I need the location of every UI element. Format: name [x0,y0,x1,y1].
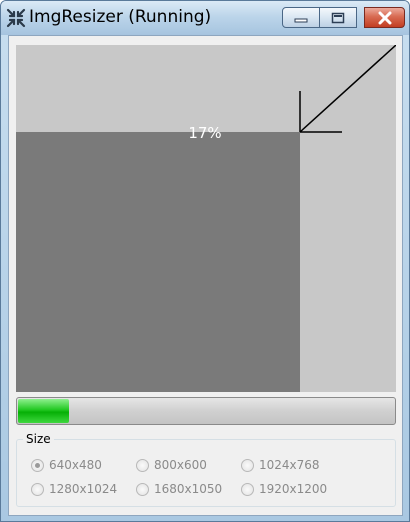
size-group-label: Size [23,432,54,446]
shrink-arrows-icon [6,8,26,28]
minimize-icon [294,18,308,22]
size-groupbox: Size 640x480 800x600 1024x768 1280x1024 … [16,432,396,507]
radio-label: 1920x1200 [259,482,328,496]
radio-1920x1200[interactable]: 1920x1200 [241,482,327,496]
close-icon [378,11,391,24]
maximize-button[interactable] [320,7,357,28]
radio-circle[interactable] [31,482,44,496]
maximize-icon [331,12,345,23]
radio-label: 800x600 [154,458,207,472]
minimize-button[interactable] [282,7,320,28]
title-bar[interactable]: ImgResizer (Running) [1,1,409,35]
client-area: 17% Size 640x480 800x600 1024x768 1280x1… [8,35,403,516]
radio-circle[interactable] [136,482,149,496]
radio-circle[interactable] [31,458,44,472]
radio-label: 1680x1050 [154,482,223,496]
preview-canvas: 17% [16,45,396,392]
radio-circle[interactable] [241,458,254,472]
close-button[interactable] [364,7,405,28]
radio-1680x1050[interactable]: 1680x1050 [136,482,222,496]
window-title: ImgResizer (Running) [29,7,212,27]
radio-circle[interactable] [241,482,254,496]
radio-1280x1024[interactable]: 1280x1024 [31,482,117,496]
radio-800x600[interactable]: 800x600 [136,458,207,472]
progress-bar-fill [18,399,69,423]
radio-1024x768[interactable]: 1024x768 [241,458,320,472]
progress-bar [16,397,396,425]
resize-arrow-icon [299,45,396,133]
radio-label: 1280x1024 [49,482,118,496]
radio-640x480[interactable]: 640x480 [31,458,102,472]
radio-label: 640x480 [49,458,102,472]
radio-circle[interactable] [136,458,149,472]
app-window: ImgResizer (Running) 17% Size 640x480 80… [0,0,410,522]
radio-label: 1024x768 [259,458,320,472]
